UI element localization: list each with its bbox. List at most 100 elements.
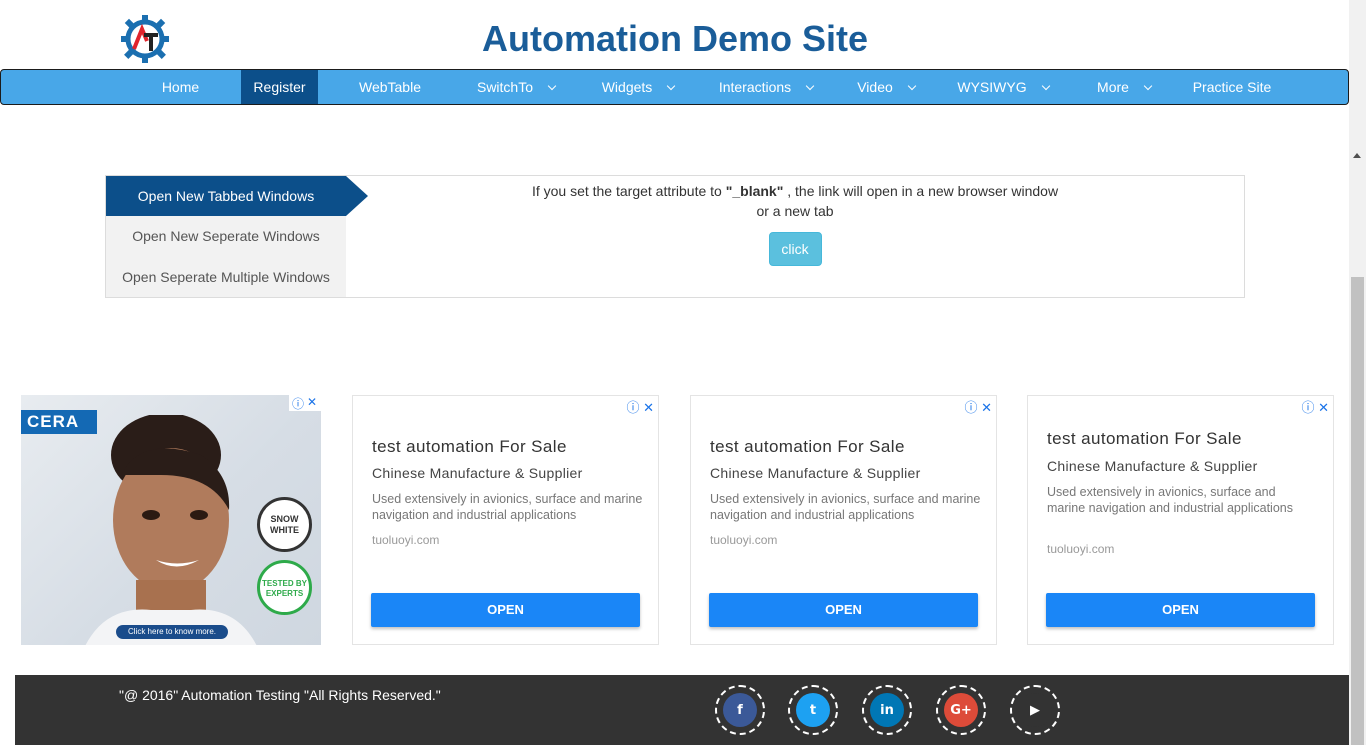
ad-subtitle: Chinese Manufacture & Supplier bbox=[710, 465, 921, 481]
text-ad[interactable]: ⓘ ✕ test automation For Sale Chinese Man… bbox=[690, 395, 997, 645]
google-plus-link[interactable]: G+ bbox=[936, 685, 986, 735]
chevron-down-icon bbox=[1041, 81, 1050, 91]
nav-home[interactable]: Home bbox=[121, 70, 240, 104]
nav-interactions[interactable]: Interactions bbox=[701, 70, 831, 104]
google-plus-icon: G+ bbox=[944, 693, 978, 727]
click-button[interactable]: click bbox=[768, 232, 822, 266]
ad-domain: tuoluoyi.com bbox=[1047, 542, 1115, 556]
chevron-down-icon bbox=[547, 81, 557, 91]
ad-controls[interactable]: ⓘ ✕ bbox=[289, 395, 321, 411]
text-ad[interactable]: ⓘ ✕ test automation For Sale Chinese Man… bbox=[352, 395, 659, 645]
tab-label: Open New Tabbed Windows bbox=[137, 188, 315, 204]
twitter-link[interactable]: t bbox=[788, 685, 838, 735]
twitter-icon: t bbox=[796, 693, 830, 727]
nav-webtable-label: WebTable bbox=[358, 79, 421, 95]
ad-title[interactable]: test automation For Sale bbox=[372, 437, 567, 457]
ad-controls[interactable]: ⓘ ✕ bbox=[964, 397, 992, 416]
facebook-link[interactable]: f bbox=[715, 685, 765, 735]
image-ad[interactable]: CERA SNOW WHITE TESTED BY EXPERTS Click … bbox=[21, 395, 321, 645]
youtube-link[interactable]: ▶ bbox=[1010, 685, 1060, 735]
ad-cta-link[interactable]: Click here to know more. bbox=[116, 625, 228, 639]
ad-info-icon[interactable]: ⓘ bbox=[626, 400, 639, 415]
ad-info-icon[interactable]: ⓘ bbox=[964, 400, 977, 415]
tab-label: Open Seperate Multiple Windows bbox=[122, 269, 330, 285]
desc-line2: or a new tab bbox=[756, 203, 834, 219]
ad-subtitle: Chinese Manufacture & Supplier bbox=[372, 465, 583, 481]
nav-more[interactable]: More bbox=[1079, 70, 1169, 104]
chevron-down-icon bbox=[805, 81, 815, 91]
nav-practice-site[interactable]: Practice Site bbox=[1181, 70, 1283, 104]
ad-body: Used extensively in avionics, surface an… bbox=[1047, 485, 1293, 515]
footer-copyright: "@ 2016" Automation Testing "All Rights … bbox=[119, 687, 441, 703]
ad-close-icon[interactable]: ✕ bbox=[981, 400, 992, 415]
tab-open-seperate-multiple-windows[interactable]: Open Seperate Multiple Windows bbox=[106, 257, 346, 297]
tab-open-new-tabbed-windows[interactable]: Open New Tabbed Windows bbox=[106, 176, 346, 216]
nav-practice-site-label: Practice Site bbox=[1192, 79, 1272, 95]
tab-description: If you set the target attribute to "_bla… bbox=[346, 181, 1244, 221]
desc-bold: "_blank" bbox=[725, 183, 784, 199]
chevron-down-icon bbox=[667, 81, 676, 91]
ad-open-button[interactable]: OPEN bbox=[371, 593, 640, 627]
footer: "@ 2016" Automation Testing "All Rights … bbox=[15, 675, 1349, 745]
text-ad[interactable]: ⓘ ✕ test automation For Sale Chinese Man… bbox=[1027, 395, 1334, 645]
tab-label: Open New Seperate Windows bbox=[132, 228, 320, 244]
page: Automation Demo Site Home Register WebTa… bbox=[0, 0, 1366, 745]
ad-close-icon[interactable]: ✕ bbox=[1318, 400, 1329, 415]
twitter-glyph: t bbox=[809, 702, 817, 718]
nav-widgets[interactable]: Widgets bbox=[583, 70, 693, 104]
ad-domain: tuoluoyi.com bbox=[372, 533, 440, 547]
nav-wysiwyg-label: WYSIWYG bbox=[957, 79, 1027, 95]
nav-widgets-label: Widgets bbox=[601, 79, 653, 95]
windows-tabs-panel: Open New Tabbed Windows Open New Seperat… bbox=[105, 175, 1245, 298]
scrollbar-thumb[interactable] bbox=[1351, 277, 1364, 745]
nav-webtable[interactable]: WebTable bbox=[331, 70, 449, 104]
linkedin-icon: in bbox=[870, 693, 904, 727]
ad-badge-snow-white: SNOW WHITE bbox=[257, 497, 312, 552]
ad-brand-logo: CERA bbox=[21, 410, 97, 434]
ad-title[interactable]: test automation For Sale bbox=[710, 437, 905, 457]
desc-text-before: If you set the target attribute to bbox=[531, 183, 726, 199]
nav-register-label: Register bbox=[253, 79, 306, 95]
tab-content: If you set the target attribute to "_bla… bbox=[346, 176, 1244, 297]
tab-list: Open New Tabbed Windows Open New Seperat… bbox=[106, 176, 346, 297]
linkedin-link[interactable]: in bbox=[862, 685, 912, 735]
ad-info-icon[interactable]: ⓘ bbox=[292, 395, 304, 412]
facebook-icon: f bbox=[723, 693, 757, 727]
ad-body: Used extensively in avionics, surface an… bbox=[710, 492, 981, 522]
ad-subtitle: Chinese Manufacture & Supplier bbox=[1047, 458, 1258, 474]
scroll-up-arrow-icon[interactable] bbox=[1353, 153, 1361, 158]
linkedin-glyph: in bbox=[880, 702, 894, 718]
google-plus-glyph: G+ bbox=[950, 702, 972, 718]
nav-register[interactable]: Register bbox=[241, 70, 318, 104]
facebook-glyph: f bbox=[737, 702, 743, 718]
youtube-glyph: ▶ bbox=[1030, 702, 1040, 718]
ad-body: Used extensively in avionics, surface an… bbox=[372, 492, 643, 522]
ad-badge-tested: TESTED BY EXPERTS bbox=[257, 560, 312, 615]
ad-controls[interactable]: ⓘ ✕ bbox=[1301, 397, 1329, 416]
nav-switchto[interactable]: SwitchTo bbox=[461, 70, 571, 104]
ad-controls[interactable]: ⓘ ✕ bbox=[626, 397, 654, 416]
nav-interactions-label: Interactions bbox=[718, 79, 792, 95]
ad-domain: tuoluoyi.com bbox=[710, 533, 778, 547]
tab-open-new-seperate-windows[interactable]: Open New Seperate Windows bbox=[106, 216, 346, 256]
youtube-icon: ▶ bbox=[1018, 693, 1052, 727]
ad-model-photo bbox=[85, 415, 257, 645]
nav-wysiwyg[interactable]: WYSIWYG bbox=[943, 70, 1063, 104]
ad-title[interactable]: test automation For Sale bbox=[1047, 429, 1242, 449]
page-title: Automation Demo Site bbox=[481, 18, 868, 59]
ad-close-icon[interactable]: ✕ bbox=[307, 395, 317, 409]
ad-open-button[interactable]: OPEN bbox=[709, 593, 978, 627]
nav-switchto-label: SwitchTo bbox=[476, 79, 534, 95]
main-navbar: Home Register WebTable SwitchTo Widgets … bbox=[0, 69, 1349, 105]
page-scrollbar[interactable] bbox=[1349, 0, 1366, 745]
ad-info-icon[interactable]: ⓘ bbox=[1301, 400, 1314, 415]
ad-close-icon[interactable]: ✕ bbox=[643, 400, 654, 415]
chevron-down-icon bbox=[1143, 81, 1153, 91]
chevron-down-icon bbox=[907, 81, 917, 91]
ad-open-button[interactable]: OPEN bbox=[1046, 593, 1315, 627]
nav-video-label: Video bbox=[857, 79, 893, 95]
nav-video[interactable]: Video bbox=[841, 70, 931, 104]
nav-more-label: More bbox=[1097, 79, 1129, 95]
desc-text-after: , the link will open in a new browser wi… bbox=[783, 183, 1059, 199]
nav-home-label: Home bbox=[161, 79, 200, 95]
